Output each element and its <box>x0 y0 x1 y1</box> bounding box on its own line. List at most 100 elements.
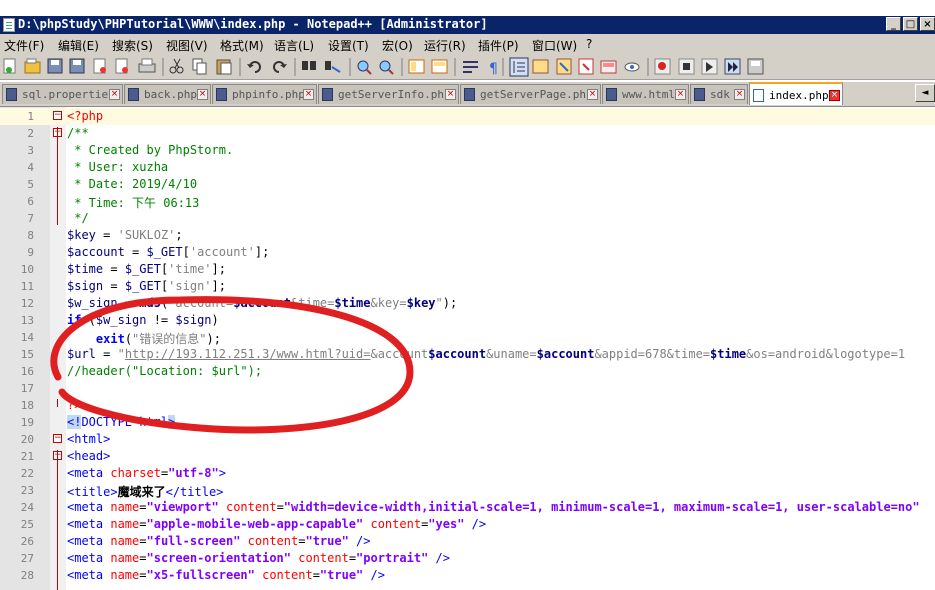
code-line[interactable]: 6 * Time: 下午 06:13 <box>0 193 935 210</box>
tab-close-icon[interactable]: × <box>587 89 598 100</box>
code-line[interactable]: 28 <meta name="x5-fullscreen" content="tr… <box>0 567 935 584</box>
tab-back-php[interactable]: back.php × <box>124 84 211 104</box>
tab-close-icon[interactable]: × <box>829 90 840 101</box>
code-token: charset <box>110 466 161 480</box>
tab-label: phpinfo.php <box>232 88 305 101</box>
tab-close-icon[interactable]: × <box>445 89 456 100</box>
menu-window[interactable]: 窗口(W) <box>532 37 577 54</box>
code-line[interactable]: 27 <meta name="screen-orientation" conten… <box>0 550 935 567</box>
code-token: = <box>95 228 118 242</box>
code-token: "full-screen" <box>146 534 241 548</box>
minimize-button[interactable]: _ <box>886 17 901 31</box>
tab-close-icon[interactable]: × <box>734 89 745 100</box>
code-line[interactable]: 1 − <?php <box>0 108 935 125</box>
code-token: $time <box>710 347 747 361</box>
close-window-button[interactable]: × <box>920 17 935 31</box>
menu-edit[interactable]: 编辑(E) <box>58 37 99 54</box>
tab-close-icon[interactable]: × <box>109 89 120 100</box>
line-number: 27 <box>20 552 34 565</box>
code-line[interactable]: 20 − <html> <box>0 431 935 448</box>
code-line[interactable]: 13 if ($w_sign != $sign) <box>0 312 935 329</box>
menu-macro[interactable]: 宏(O) <box>382 37 413 54</box>
code-token: name <box>110 568 140 582</box>
code-token: $time <box>67 262 104 276</box>
code-token: "screen-orientation" <box>146 551 292 565</box>
code-token: <meta <box>67 517 111 531</box>
menu-format[interactable]: 格式(M) <box>220 37 264 54</box>
tab-phpinfo-php[interactable]: phpinfo.php × <box>212 84 317 104</box>
code-line[interactable]: 9 $account = $_GET['account']; <box>0 244 935 261</box>
code-line[interactable]: 11 $sign = $_GET['sign']; <box>0 278 935 295</box>
fold-toggle-icon[interactable]: − <box>53 111 62 120</box>
code-text: $time = $_GET['time']; <box>67 262 226 276</box>
code-line[interactable]: 5 * Date: 2019/4/10 <box>0 176 935 193</box>
tab-label: back.php <box>144 88 197 101</box>
code-token: * User: xuzha <box>67 160 169 174</box>
code-line[interactable]: 2−/** <box>0 125 935 142</box>
menu-help[interactable]: ? <box>586 37 592 51</box>
code-editor[interactable]: 1−<?php2−/**3 * Created by PhpStorm.4 * … <box>0 107 935 590</box>
tab-sdk[interactable]: sdk × <box>690 84 748 104</box>
code-token: /> <box>363 568 385 582</box>
tab-close-icon[interactable]: × <box>303 89 314 100</box>
tab-getserverpage-php[interactable]: getServerPage.php × <box>460 84 601 104</box>
code-text: */ <box>67 211 88 225</box>
tab-bar: sql.properties × back.php × phpinfo.php … <box>0 82 935 107</box>
line-number: 22 <box>20 467 34 480</box>
code-line[interactable]: 19 <!DOCTYPE html> <box>0 414 935 431</box>
menu-search[interactable]: 搜索(S) <box>112 37 153 54</box>
tab-index-php[interactable]: index.php × <box>749 82 843 105</box>
code-line[interactable]: 3 * Created by PhpStorm. <box>0 142 935 159</box>
code-line[interactable]: 25 <meta name="apple-mobile-web-app-capab… <box>0 516 935 533</box>
fold-toggle-icon[interactable]: − <box>53 434 62 443</box>
menu-plugins[interactable]: 插件(P) <box>478 37 519 54</box>
code-line[interactable]: 7 */ <box>0 210 935 227</box>
tab-www-html[interactable]: www.html × <box>602 84 689 104</box>
code-line[interactable]: 16 //header("Location: $url"); <box>0 363 935 380</box>
menu-settings[interactable]: 设置(T) <box>328 37 369 54</box>
maximize-button[interactable]: □ <box>903 17 918 31</box>
code-line[interactable]: 18 ?> <box>0 397 935 414</box>
code-token: <meta <box>67 500 111 514</box>
code-token: name <box>110 517 140 531</box>
code-line[interactable]: 23 <title>魔域来了</title> <box>0 482 935 499</box>
line-number: 17 <box>20 382 34 395</box>
code-line[interactable]: 8 $key = 'SUKLOZ'; <box>0 227 935 244</box>
code-line[interactable]: 12 $w_sign = md5("account=$account&time=$… <box>0 295 935 312</box>
tab-getserverinfo-php[interactable]: getServerInfo.php × <box>318 84 459 104</box>
tab-close-icon[interactable]: × <box>675 89 686 100</box>
redo-icon <box>273 61 287 73</box>
code-line[interactable]: 10 $time = $_GET['time']; <box>0 261 935 278</box>
code-token: $sign <box>175 313 212 327</box>
line-number: 8 <box>27 229 34 242</box>
code-token: $_GET <box>146 245 183 259</box>
menu-language[interactable]: 语言(L) <box>274 37 314 54</box>
code-token: "true" <box>305 534 349 548</box>
window-controls: _ □ × <box>884 17 935 33</box>
menu-file[interactable]: 文件(F) <box>4 37 44 54</box>
menu-view[interactable]: 视图(V) <box>166 37 208 54</box>
code-line[interactable]: 22 <meta charset="utf-8"> <box>0 465 935 482</box>
code-token: * Date: 2019/4/10 <box>67 177 198 191</box>
tab-close-icon[interactable]: × <box>197 89 208 100</box>
tab-scroll-left-button[interactable]: ◄ <box>915 84 935 102</box>
code-line[interactable]: 26 <meta name="full-screen" content="true… <box>0 533 935 550</box>
code-line[interactable]: 15 $url = "http://193.112.251.3/www.html?… <box>0 346 935 363</box>
svg-text:¶: ¶ <box>489 61 498 77</box>
word-wrap-icon <box>463 61 478 73</box>
tab-sql-properties[interactable]: sql.properties × <box>2 84 123 104</box>
fold-line <box>57 399 58 407</box>
code-token: $_GET <box>124 279 161 293</box>
code-token: "viewport" <box>146 500 219 514</box>
line-number: 19 <box>20 416 34 429</box>
function-list-icon <box>556 58 572 75</box>
code-token: exit <box>95 332 125 346</box>
code-line[interactable]: 24 <meta name="viewport" content="width=d… <box>0 499 935 516</box>
code-line[interactable]: 14 exit("错误的信息"); <box>0 329 935 346</box>
code-line[interactable]: 4 * User: xuzha <box>0 159 935 176</box>
code-line[interactable]: 21−<head> <box>0 448 935 465</box>
code-text: * Date: 2019/4/10 <box>67 177 197 191</box>
menu-run[interactable]: 运行(R) <box>424 37 466 54</box>
code-line[interactable]: 17 <box>0 380 935 397</box>
